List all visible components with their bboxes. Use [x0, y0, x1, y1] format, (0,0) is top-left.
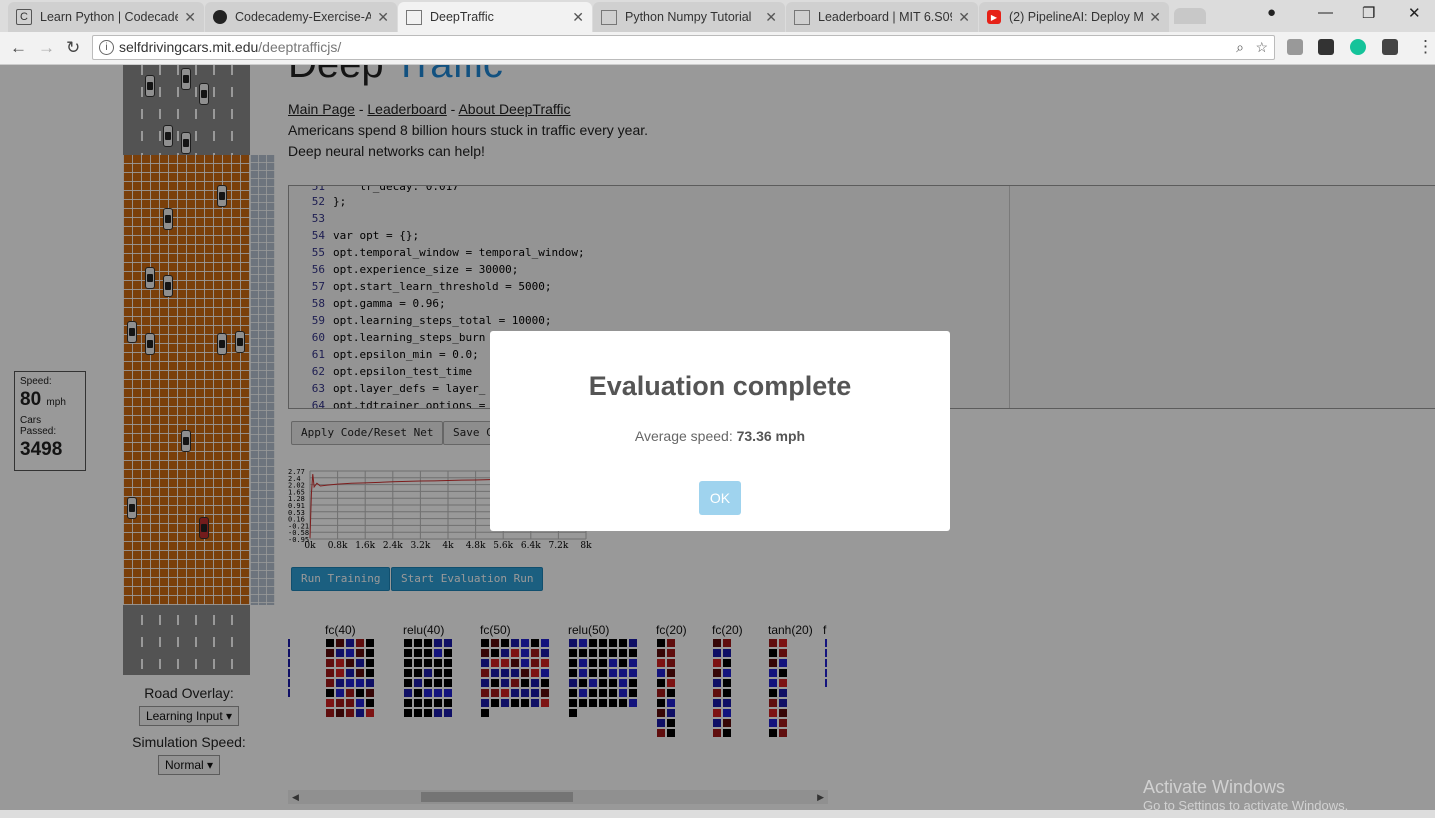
page-icon [794, 9, 810, 25]
tab-numpy-tutorial[interactable]: Python Numpy Tutorial ✕ [593, 2, 785, 32]
zoom-icon[interactable]: ⌕ [1236, 36, 1244, 59]
evaluation-dialog: Evaluation complete Average speed: 73.36… [490, 331, 950, 531]
address-bar: ← → ↻ i selfdrivingcars.mit.edu/deeptraf… [0, 32, 1435, 65]
profile-icon[interactable]: ● [1267, 4, 1276, 21]
tab-learn-python[interactable]: C Learn Python | Codecade ✕ [8, 2, 204, 32]
close-icon[interactable]: ✕ [377, 9, 389, 26]
pocket-icon[interactable] [1382, 39, 1398, 55]
bookmark-star-icon[interactable]: ☆ [1255, 36, 1268, 59]
average-speed-value: 73.36 mph [736, 428, 806, 444]
minimize-icon[interactable]: — [1318, 4, 1333, 21]
github-icon [213, 10, 227, 24]
dialog-title: Evaluation complete [588, 371, 852, 401]
reload-icon[interactable]: ↻ [66, 38, 80, 58]
ok-button[interactable]: OK [699, 481, 741, 515]
codecademy-icon: C [16, 9, 32, 25]
window-close-icon[interactable]: ✕ [1408, 4, 1421, 22]
page-icon [406, 9, 422, 25]
info-icon[interactable]: i [99, 40, 114, 55]
close-icon[interactable]: ✕ [1149, 9, 1161, 26]
activate-windows-watermark: Activate Windows Go to Settings to activ… [1143, 777, 1349, 813]
forward-icon[interactable]: → [38, 38, 55, 58]
tab-pipelineai[interactable]: ▶ (2) PipelineAI: Deploy ML ✕ [979, 2, 1169, 32]
youtube-icon: ▶ [987, 10, 1001, 24]
restore-icon[interactable]: ❐ [1362, 4, 1375, 22]
tab-strip: C Learn Python | Codecade ✕ Codecademy-E… [0, 0, 1435, 32]
tab-codecademy-exercise[interactable]: Codecademy-Exercise-Ar ✕ [205, 2, 397, 32]
film-extension-icon[interactable] [1318, 39, 1334, 55]
new-tab-button[interactable] [1174, 8, 1206, 24]
average-speed: Average speed: 73.36 mph [634, 428, 806, 444]
extension-icon[interactable] [1287, 39, 1303, 55]
close-icon[interactable]: ✕ [765, 9, 777, 26]
close-icon[interactable]: ✕ [572, 9, 584, 26]
tab-deeptraffic[interactable]: DeepTraffic ✕ [398, 2, 592, 32]
grammarly-icon[interactable] [1350, 39, 1366, 55]
close-icon[interactable]: ✕ [184, 9, 196, 26]
menu-icon[interactable]: ⋮ [1417, 37, 1434, 57]
page-icon [601, 9, 617, 25]
back-icon[interactable]: ← [10, 38, 27, 58]
tab-leaderboard[interactable]: Leaderboard | MIT 6.S094 ✕ [786, 2, 978, 32]
close-icon[interactable]: ✕ [958, 9, 970, 26]
url-input[interactable]: i selfdrivingcars.mit.edu/deeptrafficjs/… [92, 35, 1275, 60]
